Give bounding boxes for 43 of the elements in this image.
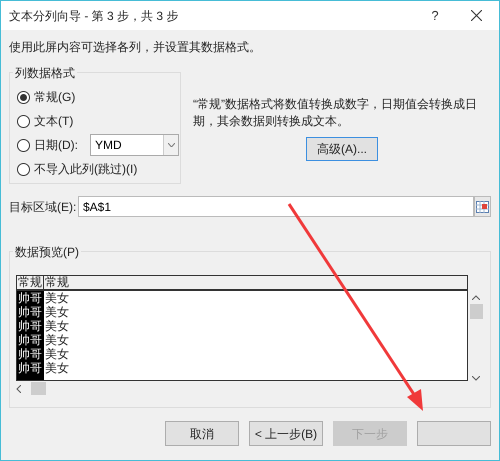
dialog-button[interactable]: 取消 <box>165 421 239 446</box>
radio-button[interactable] <box>17 90 30 104</box>
description-text: “常规”数据格式将数值转换成数字，日期值会转换成日期，其余数据则转换成文本。 <box>193 96 478 130</box>
table-cell-text: 帅哥 <box>17 291 43 305</box>
scroll-left-icon <box>16 384 21 392</box>
close-icon <box>470 10 482 21</box>
radio-label[interactable]: 文本(T) <box>34 112 74 130</box>
range-picker-button[interactable] <box>474 196 491 217</box>
radio-button[interactable] <box>17 138 30 152</box>
date-format-dropdown[interactable]: YMD <box>90 134 179 156</box>
window-title: 文本分列向导 - 第 3 步，共 3 步 <box>9 8 180 24</box>
table-cell-text: 美女 <box>44 333 70 347</box>
table-cell-text: 帅哥 <box>17 319 43 333</box>
scroll-down-icon <box>472 376 480 381</box>
column-header[interactable]: 常规 <box>17 276 44 291</box>
table-cell-text: 美女 <box>44 347 70 361</box>
radio-button[interactable] <box>17 162 30 176</box>
table-cell-text: 帅哥 <box>17 333 43 347</box>
table-cell-text: 美女 <box>44 319 70 333</box>
radio-button[interactable] <box>17 114 30 128</box>
scrollbar-thumb[interactable] <box>470 304 483 319</box>
destination-field[interactable]: $A$1 <box>78 196 474 217</box>
column-header[interactable]: 常规 <box>44 276 468 291</box>
table-cell-text: 美女 <box>44 361 70 375</box>
radio-label[interactable]: 不导入此列(跳过)(I) <box>34 160 138 178</box>
table-cell-text: 帅哥 <box>17 305 43 319</box>
help-button[interactable]: ? <box>417 2 453 30</box>
advanced-button[interactable]: 高级(A)... <box>306 137 378 161</box>
chevron-down-icon <box>168 143 174 147</box>
radio-label[interactable]: 日期(D): <box>34 136 78 154</box>
scroll-up-icon <box>472 295 480 300</box>
instruction-text: 使用此屏内容可选择各列，并设置其数据格式。 <box>9 39 262 56</box>
table-cell-text: 帅哥 <box>17 361 43 375</box>
destination-label: 目标区域(E): <box>9 198 78 216</box>
radio-label[interactable]: 常规(G) <box>34 88 76 106</box>
table-cell-text: 帅哥 <box>17 347 43 361</box>
dialog-button[interactable]: < 上一步(B) <box>249 421 323 446</box>
table-cell-text: 美女 <box>44 291 70 305</box>
group-title: 数据预览(P) <box>13 243 81 261</box>
scrollbar-thumb[interactable] <box>31 382 46 395</box>
table-cell-text: 美女 <box>44 305 70 319</box>
group-title: 列数据格式 <box>13 64 77 82</box>
range-picker-icon <box>476 200 489 212</box>
